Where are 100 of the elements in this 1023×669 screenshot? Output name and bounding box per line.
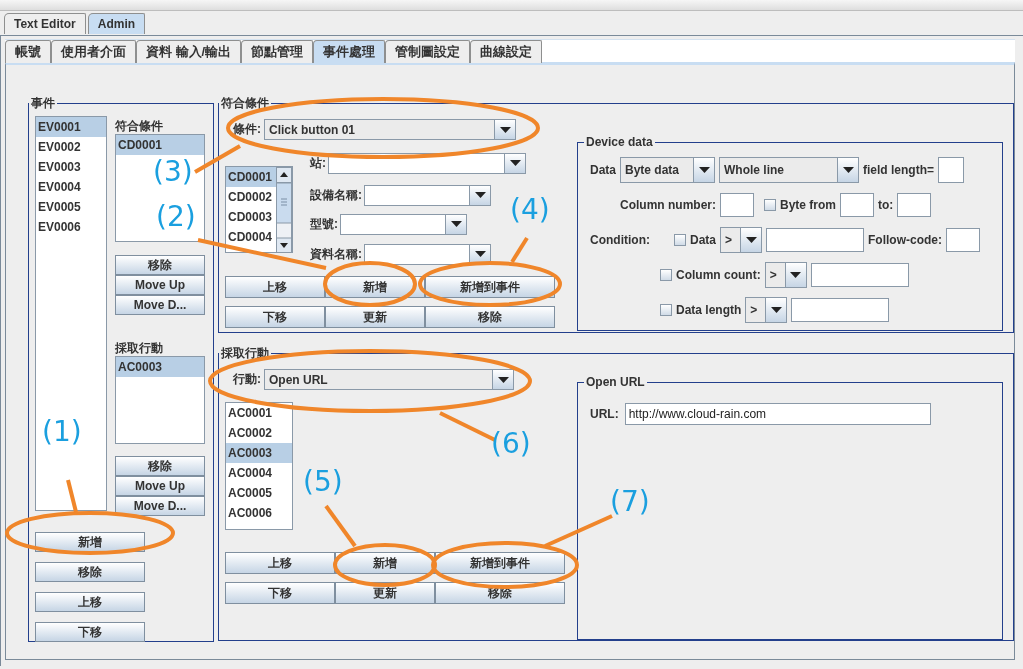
tab[interactable]: 使用者介面 xyxy=(51,40,136,63)
field-label: Column number: xyxy=(620,198,716,212)
dropdown[interactable]: > xyxy=(764,262,807,288)
field-label: 站: xyxy=(310,154,326,172)
tab[interactable]: Admin xyxy=(87,13,146,34)
scrollbar[interactable] xyxy=(276,167,292,252)
input-field[interactable] xyxy=(946,228,980,252)
url-field[interactable]: http://www.cloud-rain.com xyxy=(624,403,931,425)
button[interactable]: 下移 xyxy=(225,306,325,328)
callout-number: (2) xyxy=(156,203,196,231)
list-item[interactable]: AC0002 xyxy=(226,423,292,443)
dropdown[interactable] xyxy=(340,213,467,235)
callout-number: (5) xyxy=(303,468,343,496)
list-item[interactable]: AC0004 xyxy=(226,463,292,483)
caret-icon xyxy=(770,307,782,313)
checkbox[interactable] xyxy=(660,304,672,316)
section-label: 符合條件 xyxy=(115,118,164,134)
list-item[interactable]: EV0006 xyxy=(36,217,106,237)
dropdown[interactable] xyxy=(364,243,491,265)
caret-icon xyxy=(698,167,710,173)
button[interactable]: 移除 xyxy=(35,562,145,582)
dropdown[interactable]: Click button 01 xyxy=(264,119,516,140)
tab[interactable]: Text Editor xyxy=(4,13,86,34)
tab[interactable]: 曲線設定 xyxy=(470,40,543,63)
button[interactable]: 新增到事件 xyxy=(435,552,565,574)
button[interactable]: 移除 xyxy=(425,306,555,328)
tab[interactable]: 帳號 xyxy=(5,40,51,63)
input-field[interactable] xyxy=(897,193,932,217)
list-item[interactable]: AC0006 xyxy=(226,503,292,523)
field-label: URL: xyxy=(590,407,619,421)
list-item[interactable]: EV0001 xyxy=(36,117,106,137)
button[interactable]: Move D... xyxy=(115,496,205,516)
caret-icon xyxy=(790,272,802,278)
list-item[interactable]: CD0004 xyxy=(226,227,276,247)
checkbox-label[interactable]: Data xyxy=(690,233,716,247)
input-field[interactable] xyxy=(938,157,965,183)
list-item[interactable]: EV0002 xyxy=(36,137,106,157)
caret-icon xyxy=(842,167,854,173)
field-label: Condition: xyxy=(590,233,650,247)
list-item[interactable]: AC0003 xyxy=(226,443,292,463)
checkbox[interactable] xyxy=(660,269,672,281)
button[interactable]: 下移 xyxy=(225,582,335,604)
callout-number: (4) xyxy=(510,196,550,224)
list-item[interactable]: CD0001 xyxy=(116,135,204,155)
button[interactable]: 更新 xyxy=(325,306,425,328)
checkbox-label[interactable]: Column count: xyxy=(676,268,761,282)
caret-icon xyxy=(497,376,509,383)
input-field[interactable] xyxy=(720,193,754,217)
callout-number: (3) xyxy=(153,158,193,186)
checkbox[interactable] xyxy=(764,199,776,211)
button[interactable]: 新增 xyxy=(335,552,435,574)
checkbox-label[interactable]: Byte from xyxy=(780,198,836,212)
button[interactable]: 移除 xyxy=(115,255,205,275)
dropdown[interactable]: Byte data xyxy=(620,157,715,183)
list-item[interactable]: CD0002 xyxy=(226,187,276,207)
list-item[interactable]: AC0001 xyxy=(226,403,292,423)
button[interactable]: Move Up xyxy=(115,275,205,295)
input-field[interactable] xyxy=(791,298,890,322)
tab[interactable]: 資料 輸入/輸出 xyxy=(136,40,242,63)
caret-icon xyxy=(474,251,486,257)
dropdown[interactable]: > xyxy=(720,227,762,253)
list-item[interactable]: EV0003 xyxy=(36,157,106,177)
leader-line xyxy=(194,144,241,174)
list-item[interactable]: CD0003 xyxy=(226,207,276,227)
checkbox-label[interactable]: Data length xyxy=(676,303,742,317)
list-item[interactable]: EV0005 xyxy=(36,197,106,217)
dropdown[interactable]: > xyxy=(745,297,788,323)
button[interactable]: 移除 xyxy=(115,456,205,476)
dropdown[interactable] xyxy=(364,184,491,206)
button[interactable]: 新增到事件 xyxy=(425,276,555,298)
field-label: 條件: xyxy=(233,121,261,138)
list-item[interactable]: EV0004 xyxy=(36,177,106,197)
list-item[interactable]: CD0001 xyxy=(226,167,276,187)
tab[interactable]: 節點管理 xyxy=(241,40,314,63)
dropdown[interactable]: Open URL xyxy=(264,369,514,390)
field-label: Follow-code: xyxy=(868,233,942,247)
button[interactable]: 上移 xyxy=(225,276,325,298)
button[interactable]: 更新 xyxy=(335,582,435,604)
caret-icon xyxy=(499,126,511,133)
input-field[interactable] xyxy=(766,228,864,252)
group-title: Open URL xyxy=(585,375,646,389)
checkbox[interactable] xyxy=(674,234,686,246)
button[interactable]: 新增 xyxy=(35,532,145,552)
button[interactable]: 上移 xyxy=(35,592,145,612)
button[interactable]: Move D... xyxy=(115,295,205,315)
list-item[interactable]: AC0005 xyxy=(226,483,292,503)
leader-line xyxy=(324,504,357,548)
tab[interactable]: 事件處理 xyxy=(313,40,386,63)
button[interactable]: 下移 xyxy=(35,622,145,642)
input-field[interactable] xyxy=(810,263,909,287)
tab[interactable]: 管制圖設定 xyxy=(385,40,471,63)
list-item[interactable]: AC0003 xyxy=(116,357,204,377)
field-label: 資料名稱: xyxy=(310,245,362,263)
dropdown[interactable]: Whole line xyxy=(719,157,859,183)
callout-number: (1) xyxy=(42,418,82,446)
caret-icon xyxy=(509,160,521,166)
input-field[interactable] xyxy=(840,193,874,217)
field-label: 設備名稱: xyxy=(310,186,362,204)
button[interactable]: 上移 xyxy=(225,552,335,574)
button[interactable]: Move Up xyxy=(115,476,205,496)
